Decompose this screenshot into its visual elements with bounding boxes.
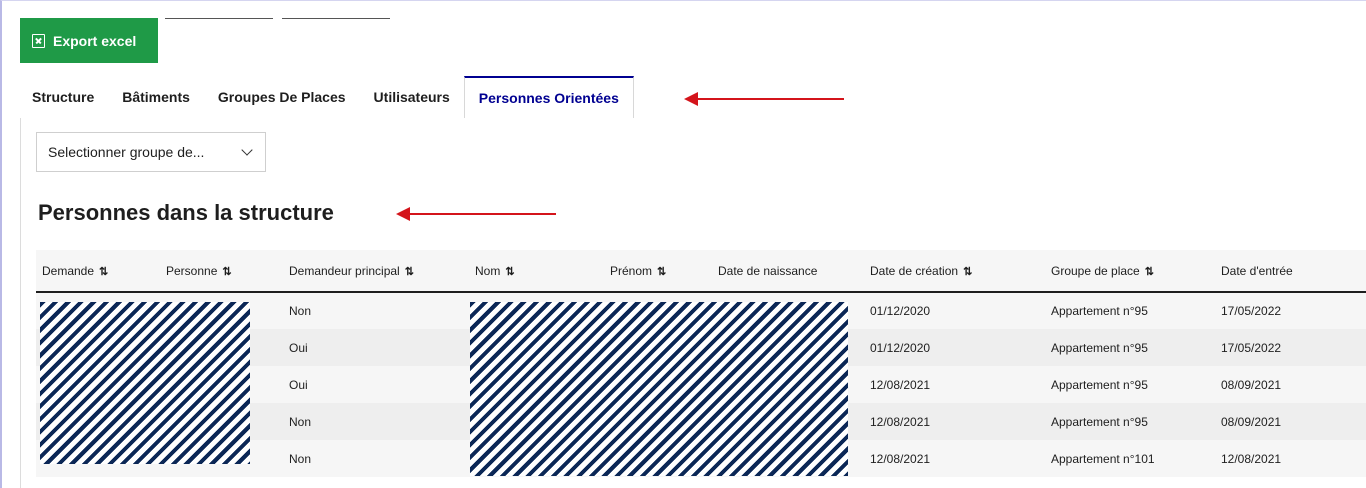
cell-demandeur-principal: Oui <box>283 329 469 366</box>
redaction-block <box>40 302 250 464</box>
sort-icon[interactable]: ⇅ <box>657 266 666 278</box>
column-header-groupe-place[interactable]: Groupe de place ⇅ <box>1045 250 1215 293</box>
cell-groupe-place: Appartement n°95 <box>1045 329 1215 366</box>
sort-icon[interactable]: ⇅ <box>99 266 108 278</box>
sort-icon[interactable]: ⇅ <box>222 266 231 278</box>
toolbar-placeholder <box>165 18 273 19</box>
column-header-demande[interactable]: Demande ⇅ <box>36 250 160 293</box>
tab-batiments[interactable]: Bâtiments <box>108 76 204 118</box>
cell-groupe-place: Appartement n°95 <box>1045 366 1215 403</box>
sort-icon[interactable]: ⇅ <box>505 266 514 278</box>
cell-date-entree: 17/05/2022 <box>1215 329 1366 366</box>
annotation-arrow-tab <box>684 92 844 106</box>
cell-demandeur-principal: Oui <box>283 366 469 403</box>
column-header-nom[interactable]: Nom ⇅ <box>469 250 604 293</box>
toolbar-placeholder <box>282 18 390 19</box>
column-header-date-entree: Date d'entrée <box>1215 250 1366 293</box>
tab-utilisateurs[interactable]: Utilisateurs <box>360 76 464 118</box>
column-header-personne[interactable]: Personne ⇅ <box>160 250 283 293</box>
cell-date-entree: 12/08/2021 <box>1215 440 1366 477</box>
groupe-select[interactable]: Selectionner groupe de... <box>36 132 266 172</box>
table-header-row: Demande ⇅ Personne ⇅ Demandeur principal ⇅ … <box>36 250 1366 293</box>
cell-date-entree: 08/09/2021 <box>1215 403 1366 440</box>
cell-date-creation: 12/08/2021 <box>864 366 1045 403</box>
export-excel-label: Export excel <box>53 32 137 49</box>
section-title: Personnes dans la structure <box>38 200 334 225</box>
column-header-date-creation[interactable]: Date de création ⇅ <box>864 250 1045 293</box>
column-header-prenom[interactable]: Prénom ⇅ <box>604 250 712 293</box>
excel-icon <box>32 33 45 48</box>
cell-date-creation: 12/08/2021 <box>864 440 1045 477</box>
tab-structure[interactable]: Structure <box>20 76 108 118</box>
chevron-down-icon <box>241 144 253 156</box>
toolbar: Export excel <box>20 18 158 63</box>
column-header-date-naissance: Date de naissance <box>712 250 864 293</box>
cell-demandeur-principal: Non <box>283 440 469 477</box>
tab-groupes-de-places[interactable]: Groupes De Places <box>204 76 360 118</box>
export-excel-button[interactable]: Export excel <box>20 18 158 63</box>
cell-date-entree: 17/05/2022 <box>1215 292 1366 329</box>
redaction-block <box>470 302 848 476</box>
groupe-select-value: Selectionner groupe de... <box>48 144 205 160</box>
sort-icon[interactable]: ⇅ <box>1145 266 1154 278</box>
cell-demandeur-principal: Non <box>283 292 469 329</box>
cell-date-creation: 01/12/2020 <box>864 329 1045 366</box>
sort-icon[interactable]: ⇅ <box>405 266 414 278</box>
cell-demandeur-principal: Non <box>283 403 469 440</box>
cell-groupe-place: Appartement n°95 <box>1045 292 1215 329</box>
cell-date-creation: 12/08/2021 <box>864 403 1045 440</box>
tab-personnes-orientees[interactable]: Personnes Orientées <box>463 76 634 118</box>
cell-groupe-place: Appartement n°95 <box>1045 403 1215 440</box>
tab-bar: Structure Bâtiments Groupes De Places Ut… <box>20 76 634 118</box>
column-header-demandeur-principal[interactable]: Demandeur principal ⇅ <box>283 250 469 293</box>
annotation-arrow-title <box>396 207 556 221</box>
panel-border <box>20 118 21 488</box>
cell-groupe-place: Appartement n°101 <box>1045 440 1215 477</box>
cell-date-entree: 08/09/2021 <box>1215 366 1366 403</box>
cell-date-creation: 01/12/2020 <box>864 292 1045 329</box>
sort-icon[interactable]: ⇅ <box>963 266 972 278</box>
